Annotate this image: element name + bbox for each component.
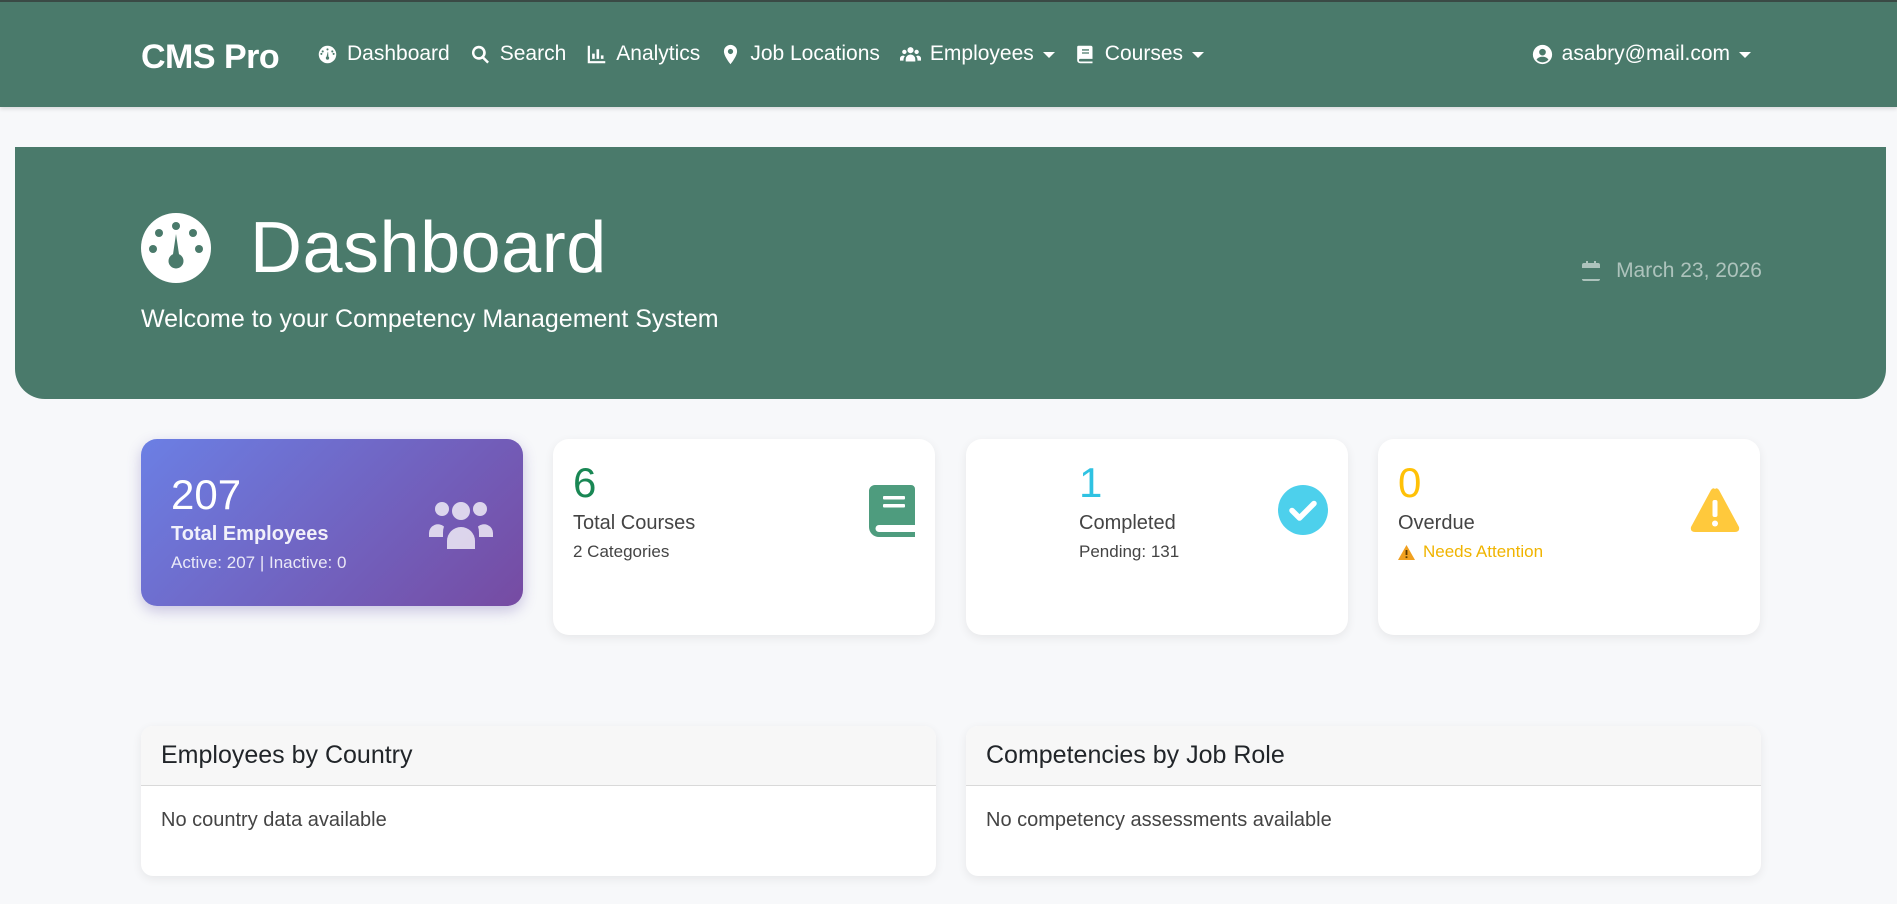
nav-analytics[interactable]: Analytics <box>586 42 700 66</box>
page-subtitle: Welcome to your Competency Management Sy… <box>141 305 719 333</box>
chevron-down-icon <box>1192 52 1204 58</box>
empty-state-message: No country data available <box>161 809 387 831</box>
competencies-by-job-role-panel: Competencies by Job Role No competency a… <box>966 726 1761 876</box>
needs-attention: Needs Attention <box>1398 542 1543 562</box>
stat-card-courses[interactable]: 6 Total Courses 2 Categories <box>553 439 935 635</box>
nav-search-label: Search <box>499 42 567 65</box>
book-icon <box>869 485 915 537</box>
nav-job-locations-label: Job Locations <box>750 42 880 65</box>
dashboard-hero: Dashboard Welcome to your Competency Man… <box>15 147 1886 399</box>
tachometer-icon <box>141 213 211 283</box>
search-icon <box>471 45 489 64</box>
employees-count: 207 <box>171 471 242 518</box>
users-icon <box>899 46 921 61</box>
book-icon <box>1076 45 1093 63</box>
empty-state-message: No competency assessments available <box>986 809 1332 831</box>
nav-job-locations[interactable]: Job Locations <box>720 42 880 66</box>
check-circle-icon <box>1278 485 1328 535</box>
date-text: March 23, 2026 <box>1616 259 1762 282</box>
chevron-down-icon <box>1042 52 1055 58</box>
warning-icon <box>1398 544 1415 560</box>
courses-count: 6 <box>573 459 597 506</box>
employees-breakdown: Active: 207 | Inactive: 0 <box>171 553 347 572</box>
chart-icon <box>588 45 606 63</box>
needs-attention-text: Needs Attention <box>1423 542 1544 561</box>
courses-label: Total Courses <box>573 512 696 534</box>
brand-logo[interactable]: CMS Pro <box>141 38 280 77</box>
nav-menu: Dashboard Search Analytics Job Locations… <box>317 42 1224 66</box>
nav-courses-dropdown[interactable]: Courses <box>1075 42 1204 66</box>
tachometer-icon <box>318 45 337 63</box>
top-navbar: CMS Pro Dashboard Search Analytics Job L… <box>0 0 1897 107</box>
nav-analytics-label: Analytics <box>616 42 701 65</box>
map-pin-icon <box>724 44 738 64</box>
user-email: asabry@mail.com <box>1561 42 1730 65</box>
overdue-count: 0 <box>1398 459 1422 506</box>
completed-count: 1 <box>1079 459 1103 506</box>
user-circle-icon <box>1532 44 1552 64</box>
stat-card-completed[interactable]: 1 Completed Pending: 131 <box>966 439 1348 635</box>
nav-employees-label: Employees <box>929 42 1034 65</box>
employees-by-country-panel: Employees by Country No country data ava… <box>141 726 936 876</box>
completed-label: Completed <box>1079 512 1176 534</box>
nav-search[interactable]: Search <box>470 42 567 66</box>
nav-dashboard[interactable]: Dashboard <box>317 42 450 66</box>
overdue-label: Overdue <box>1398 512 1475 534</box>
nav-dashboard-label: Dashboard <box>347 42 450 65</box>
warning-icon <box>1690 488 1740 532</box>
courses-categories: 2 Categories <box>573 542 670 561</box>
panel-title: Employees by Country <box>141 726 936 786</box>
chevron-down-icon <box>1739 52 1751 58</box>
stat-card-employees[interactable]: 207 Total Employees Active: 207 | Inacti… <box>141 439 523 606</box>
user-account-dropdown[interactable]: asabry@mail.com <box>1532 42 1751 66</box>
current-date: March 23, 2026 <box>1582 259 1762 283</box>
nav-employees-dropdown[interactable]: Employees <box>899 42 1055 66</box>
nav-courses-label: Courses <box>1104 42 1183 65</box>
panel-title: Competencies by Job Role <box>966 726 1761 786</box>
stat-card-overdue[interactable]: 0 Overdue Needs Attention <box>1378 439 1760 635</box>
page-title: Dashboard <box>250 208 607 288</box>
users-icon <box>429 502 493 549</box>
calendar-icon <box>1582 261 1601 281</box>
pending-count: Pending: 131 <box>1079 542 1180 561</box>
employees-label: Total Employees <box>171 523 329 545</box>
